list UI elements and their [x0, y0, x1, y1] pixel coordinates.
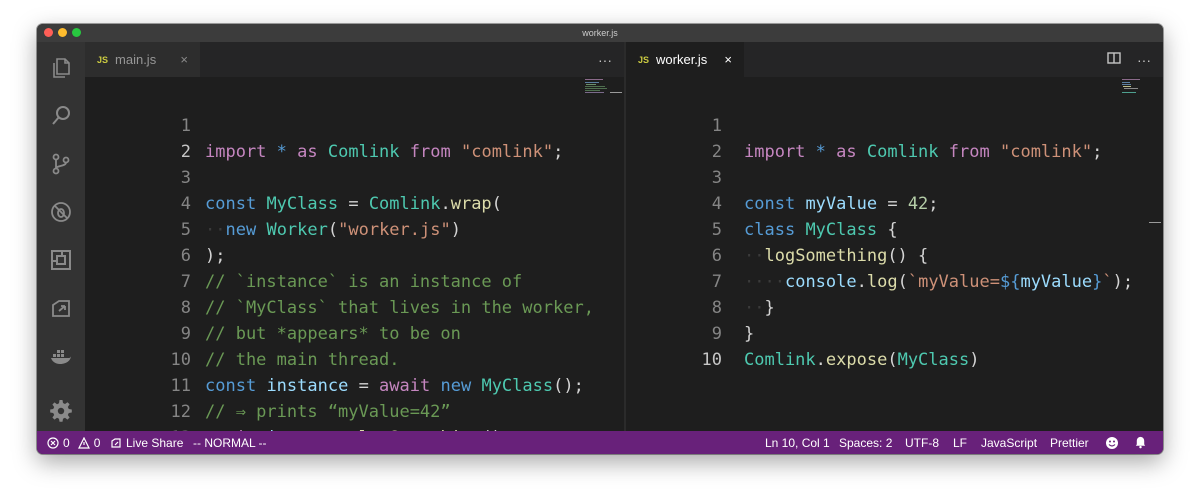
settings-gear-icon[interactable] — [49, 398, 73, 422]
code-line: 6 ····console.log(`myValue=${myValue}`); — [626, 217, 1163, 292]
minimize-window-button[interactable] — [58, 28, 67, 37]
tab-label: main.js — [115, 52, 157, 67]
code-line: 2 — [85, 113, 624, 162]
right-editor-actions: ··· — [1107, 42, 1151, 77]
right-editor-group: JS worker.js × ··· 1 import * as Comlink… — [626, 42, 1163, 431]
window-title: worker.js — [582, 28, 618, 38]
js-file-icon: JS — [638, 54, 650, 65]
code-line: 2 — [626, 113, 1163, 162]
code-line: 1 import * as Comlink from "comlink"; — [85, 87, 624, 162]
scroll-cursor-marker — [610, 92, 622, 93]
debug-icon[interactable] — [49, 200, 73, 224]
close-window-button[interactable] — [44, 28, 53, 37]
docker-icon[interactable] — [49, 344, 73, 368]
activity-bar — [37, 42, 85, 431]
scroll-cursor-marker — [1149, 222, 1161, 223]
warning-icon — [77, 436, 90, 449]
extensions-icon[interactable] — [49, 248, 73, 272]
tab-main-js[interactable]: JS main.js × — [85, 42, 200, 77]
live-share-icon[interactable] — [49, 296, 73, 320]
left-tabs-bar: JS main.js × ··· — [85, 42, 624, 77]
code-line: 9 // the main thread. — [85, 295, 624, 370]
prettier-status[interactable]: Prettier — [1050, 431, 1089, 454]
code-line: 9 Comlink.expose(MyClass) — [626, 295, 1163, 370]
zoom-window-button[interactable] — [72, 28, 81, 37]
split-editor-icon[interactable] — [1107, 51, 1121, 68]
title-bar: worker.js — [37, 24, 1163, 42]
right-minimap[interactable] — [1122, 79, 1146, 101]
code-line: 4 class MyClass { — [626, 165, 1163, 240]
js-file-icon: JS — [97, 54, 109, 65]
eol-selector[interactable]: LF — [953, 431, 967, 454]
tab-worker-js[interactable]: JS worker.js × — [626, 42, 744, 77]
code-line: 5 ··logSomething() { — [626, 191, 1163, 266]
warning-count: 0 — [93, 435, 101, 450]
error-count: 0 — [63, 435, 70, 450]
code-line: 11 // ⇒ prints “myValue=42” — [85, 347, 624, 422]
code-line: 7 // `MyClass` that lives in the worker, — [85, 243, 624, 318]
window-controls — [44, 28, 81, 37]
encoding-selector[interactable]: UTF-8 — [905, 431, 939, 454]
live-share-icon — [111, 437, 121, 448]
code-line: 4 ··new Worker("worker.js") — [85, 165, 624, 240]
explorer-icon[interactable] — [49, 56, 73, 80]
live-share-label: Live Share — [126, 435, 184, 450]
cursor-position[interactable]: Ln 10, Col 1 — [765, 431, 830, 454]
code-line: 6 // `instance` is an instance of — [85, 217, 624, 292]
code-line: 12 await instance.logSomething(); — [85, 373, 624, 431]
left-editor-group: JS main.js × ··· 1 import * as Comlink f… — [85, 42, 624, 431]
editor-window: worker.js JS main.js × ··· 1 import * as… — [37, 24, 1163, 454]
source-control-icon[interactable] — [49, 152, 73, 176]
close-tab-icon[interactable]: × — [180, 52, 188, 67]
code-line: 7 ··} — [626, 243, 1163, 318]
code-line: 8 } — [626, 269, 1163, 344]
live-share-button[interactable]: Live Share — [110, 431, 183, 454]
notifications-bell-icon[interactable] — [1134, 431, 1147, 454]
language-mode-selector[interactable]: JavaScript — [981, 431, 1037, 454]
more-actions-icon[interactable]: ··· — [1137, 52, 1151, 68]
code-line: 10 const instance = await new MyClass(); — [85, 321, 624, 396]
tab-label: worker.js — [656, 52, 708, 67]
vim-mode: -- NORMAL -- — [193, 435, 267, 450]
error-icon — [47, 436, 59, 449]
status-bar: 0 0 Live Share -- NORMAL -- Ln 10, Col 1… — [37, 431, 1163, 454]
code-line: 3 const MyClass = Comlink.wrap( — [85, 139, 624, 214]
more-actions-icon[interactable]: ··· — [598, 52, 612, 68]
search-icon[interactable] — [49, 104, 73, 128]
close-tab-icon[interactable]: × — [724, 52, 732, 67]
left-editor-actions: ··· — [598, 42, 612, 77]
feedback-smiley-icon[interactable] — [1105, 431, 1119, 454]
code-line: 1 import * as Comlink from "comlink"; — [626, 87, 1163, 162]
code-line: 3 const myValue = 42; — [626, 139, 1163, 214]
code-line: 8 // but *appears* to be on — [85, 269, 624, 344]
code-line: 5 ); — [85, 191, 624, 266]
line-number: 10 — [701, 350, 722, 370]
left-code-area[interactable]: 1 import * as Comlink from "comlink"; 2 … — [85, 77, 624, 431]
code-line: 10 — [626, 321, 1163, 370]
indentation-selector[interactable]: Spaces: 2 — [839, 431, 892, 454]
right-code-area[interactable]: 1 import * as Comlink from "comlink"; 2 … — [626, 77, 1163, 431]
left-minimap[interactable] — [585, 79, 609, 101]
code-text: Comlink.expose(MyClass) — [744, 350, 980, 370]
problems-indicator[interactable]: 0 0 — [47, 431, 100, 454]
code-line: 13 — [85, 399, 624, 431]
right-tabs-bar: JS worker.js × ··· — [626, 42, 1163, 77]
